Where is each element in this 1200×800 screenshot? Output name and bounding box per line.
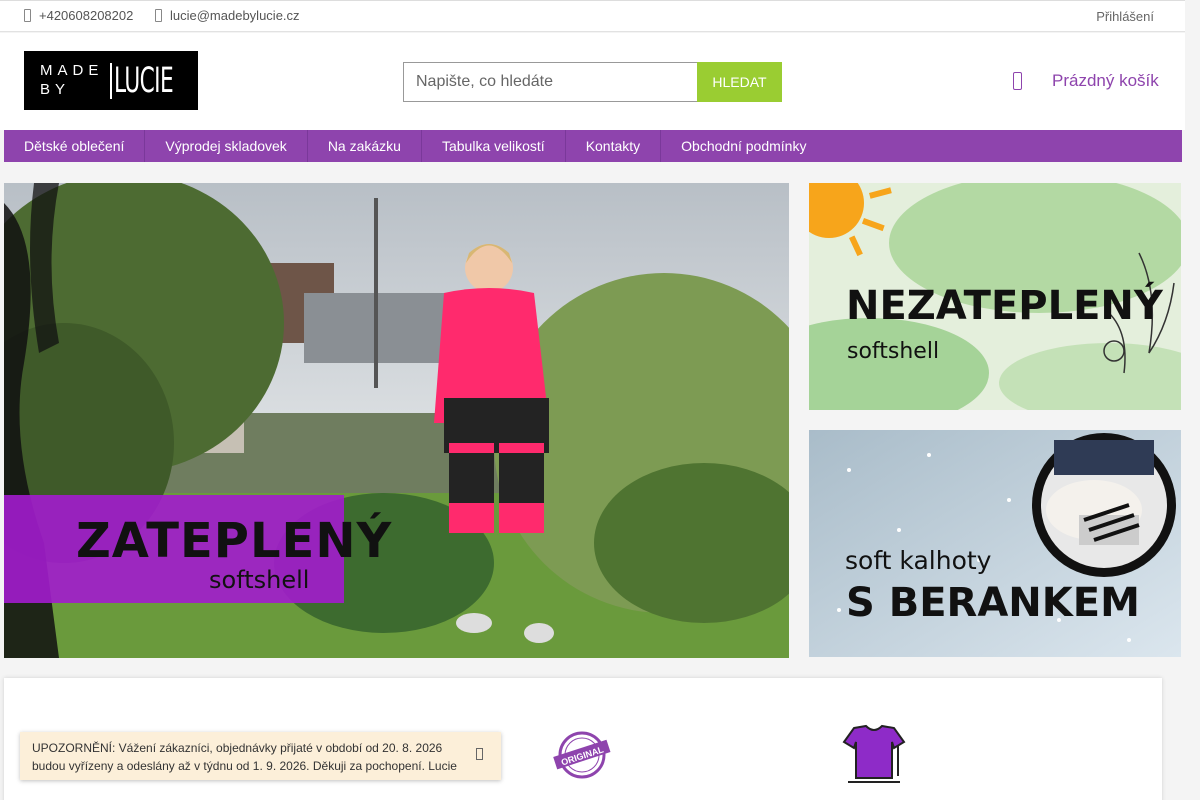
nav-item-vyprodej-skladovek[interactable]: Výprodej skladovek <box>145 130 308 162</box>
site-logo[interactable]: MADE BY LUCIE <box>24 51 198 110</box>
side-banner-nezatepleny[interactable]: NEZATEPLENÝ softshell <box>809 183 1181 410</box>
email-contact[interactable]: lucie@madebylucie.cz <box>155 8 300 23</box>
nav-item-kontakty[interactable]: Kontakty <box>566 130 662 162</box>
search-input[interactable] <box>403 62 697 102</box>
email-icon <box>155 9 162 22</box>
original-badge-icon: ORIGINAL <box>553 731 611 779</box>
order-notice-text: UPOZORNĚNÍ: Vážení zákazníci, objednávky… <box>32 741 457 773</box>
side-banner-kalhoty[interactable]: soft kalhoty S BERANKEM <box>809 430 1181 657</box>
tshirt-icon <box>842 724 906 783</box>
login-link[interactable]: Přihlášení <box>1096 9 1154 24</box>
main-banner-subtitle: softshell <box>209 566 310 594</box>
side-banner-1-title: NEZATEPLENÝ <box>846 283 1163 329</box>
main-banner[interactable]: ZATEPLENÝ softshell <box>4 183 789 658</box>
nav-item-na-zakazku[interactable]: Na zakázku <box>308 130 422 162</box>
close-icon[interactable] <box>476 748 483 760</box>
header: MADE BY LUCIE HLEDAT Prázdný košík <box>0 33 1185 130</box>
cart[interactable]: Prázdný košík <box>1013 71 1159 91</box>
logo-line-by: BY <box>40 81 71 98</box>
nav-item-detske-obleceni[interactable]: Dětské oblečení <box>4 130 146 162</box>
logo-name: LUCIE <box>114 61 174 101</box>
phone-number[interactable]: +420608208202 <box>39 8 133 23</box>
logo-divider <box>110 63 112 99</box>
email-address[interactable]: lucie@madebylucie.cz <box>170 8 300 23</box>
top-bar: +420608208202 lucie@madebylucie.cz Přihl… <box>0 0 1185 32</box>
search-form: HLEDAT <box>403 62 782 102</box>
order-notice: UPOZORNĚNÍ: Vážení zákazníci, objednávky… <box>20 732 501 780</box>
logo-text: MADE BY <box>40 61 103 99</box>
main-nav: Dětské oblečení Výprodej skladovek Na za… <box>4 130 1182 162</box>
search-button[interactable]: HLEDAT <box>697 62 782 102</box>
main-banner-title: ZATEPLENÝ <box>76 513 393 569</box>
side-banner-1-subtitle: softshell <box>847 339 940 364</box>
cart-icon <box>1013 72 1022 90</box>
side-banner-2-subtitle: soft kalhoty <box>845 546 992 575</box>
nav-item-obchodni-podminky[interactable]: Obchodní podmínky <box>661 130 826 162</box>
main-banner-image <box>4 183 789 658</box>
phone-icon <box>24 9 31 22</box>
cart-label[interactable]: Prázdný košík <box>1052 71 1159 91</box>
side-banner-2-title: S BERANKEM <box>846 580 1140 626</box>
phone-contact[interactable]: +420608208202 <box>24 8 133 23</box>
nav-item-tabulka-velikosti[interactable]: Tabulka velikostí <box>422 130 566 162</box>
logo-line-made: MADE <box>40 62 104 79</box>
